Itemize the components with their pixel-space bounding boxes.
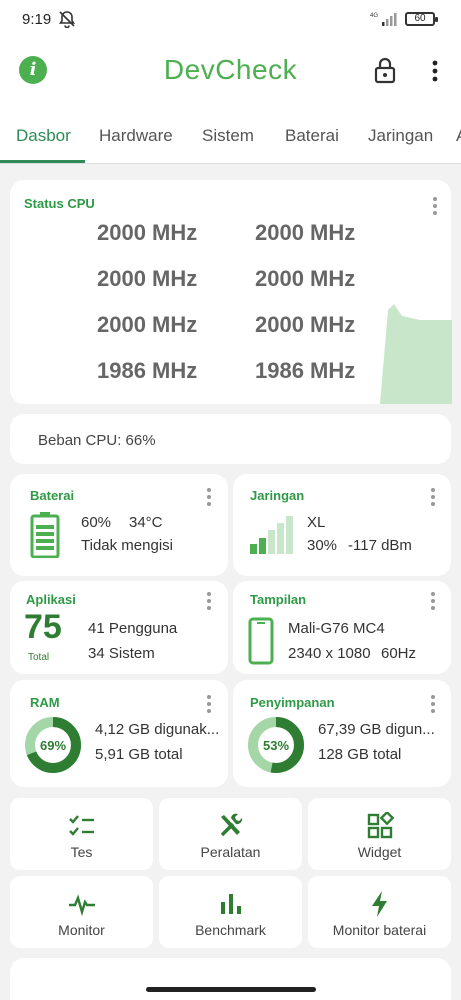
network-type-label: 4G [370, 13, 378, 19]
network-card-menu-icon[interactable] [430, 488, 436, 506]
cpu-core-4-freq: 2000 MHz [97, 312, 198, 337]
tools-label: Peralatan [200, 844, 261, 860]
storage-card-title: Penyimpanan [250, 695, 335, 710]
cpu-status-title: Status CPU [24, 196, 95, 211]
cpu-core-1-freq: 2000 MHz [255, 220, 356, 245]
battery-level: 60% [81, 514, 112, 531]
tests-button[interactable]: Tes [10, 798, 153, 870]
benchmark-button[interactable]: Benchmark [159, 876, 302, 948]
signal-icon: 4G [370, 13, 397, 26]
benchmark-label: Benchmark [195, 922, 266, 938]
battery-indicator: 60 [405, 12, 438, 26]
ram-card-title: RAM [30, 695, 60, 710]
tab-baterai[interactable]: Baterai [285, 126, 339, 146]
tab-dasbor[interactable]: Dasbor [16, 126, 71, 146]
battery-card-title: Baterai [30, 488, 75, 503]
cpu-core-2-freq: 2000 MHz [97, 266, 198, 291]
monitor-label: Monitor [58, 922, 105, 938]
notifications-off-icon [58, 11, 76, 28]
widget-label: Widget [357, 844, 402, 860]
cpu-core-3-freq: 2000 MHz [255, 266, 356, 291]
battery-monitor-button[interactable]: Monitor baterai [308, 876, 451, 948]
cpu-core-5-freq: 2000 MHz [255, 312, 356, 337]
bolt-icon [371, 891, 387, 917]
ram-percent: 69% [40, 738, 66, 753]
battery-charging-state: Tidak mengisi [81, 537, 173, 554]
display-resolution: 2340 x 1080 [288, 645, 371, 662]
cpu-core-6-freq: 1986 MHz [97, 358, 198, 383]
storage-usage-donut: 53% [248, 717, 304, 773]
lock-icon[interactable] [372, 56, 398, 84]
network-strength: 30% [307, 537, 338, 554]
tab-jaringan[interactable]: Jaringan [368, 126, 433, 146]
cpu-core-7-freq: 1986 MHz [255, 358, 356, 383]
apps-card-menu-icon[interactable] [206, 592, 212, 610]
tab-next-partial[interactable]: A [456, 126, 461, 146]
more-options-icon[interactable] [424, 58, 446, 84]
display-card-title: Tampilan [250, 592, 307, 607]
phone-icon [248, 617, 274, 665]
tests-label: Tes [70, 844, 93, 860]
checklist-icon [68, 815, 94, 836]
storage-card-menu-icon[interactable] [430, 695, 436, 713]
next-card-partial[interactable] [10, 958, 451, 1000]
display-gpu: Mali-G76 MC4 [288, 620, 385, 637]
bar-chart-icon [220, 894, 241, 914]
apps-total-label: Total [28, 652, 50, 663]
ram-usage-donut: 69% [25, 717, 81, 773]
tools-button[interactable]: Peralatan [159, 798, 302, 870]
storage-used: 67,39 GB digun... [318, 721, 435, 738]
display-refresh-rate: 60Hz [381, 645, 417, 662]
monitor-button[interactable]: Monitor [10, 876, 153, 948]
cpu-load-text: Beban CPU: 66% [38, 432, 156, 449]
cpu-card-menu-icon[interactable] [432, 197, 438, 215]
ram-used: 4,12 GB digunak... [95, 721, 220, 738]
apps-card-title: Aplikasi [26, 592, 76, 607]
status-bar: 9:19 4G 60 [0, 0, 461, 40]
network-card-title: Jaringan [250, 488, 305, 503]
tab-bar: Dasbor Hardware Sistem Baterai Jaringan … [0, 102, 461, 164]
battery-monitor-label: Monitor baterai [332, 922, 427, 938]
ram-total: 5,91 GB total [95, 746, 183, 763]
storage-total: 128 GB total [318, 746, 402, 763]
cell-signal-icon [250, 516, 293, 554]
network-dbm: -117 dBm [348, 537, 412, 554]
tab-hardware[interactable]: Hardware [99, 126, 173, 146]
cpu-usage-graph [380, 304, 452, 404]
battery-card-menu-icon[interactable] [206, 488, 212, 506]
status-time: 9:19 [22, 11, 52, 28]
apps-system-count: 34 Sistem [88, 645, 155, 662]
network-carrier: XL [307, 514, 326, 531]
battery-temperature: 34°C [129, 514, 163, 531]
widget-icon [367, 812, 394, 839]
storage-percent: 53% [263, 738, 289, 753]
apps-user-count: 41 Pengguna [88, 620, 178, 637]
tools-icon [220, 813, 242, 837]
active-tab-indicator [0, 160, 85, 163]
app-bar: i DevCheck [0, 40, 461, 102]
ram-card-menu-icon[interactable] [206, 695, 212, 713]
tab-sistem[interactable]: Sistem [202, 126, 254, 146]
battery-icon [30, 512, 60, 558]
widget-button[interactable]: Widget [308, 798, 451, 870]
pulse-icon [68, 894, 95, 917]
display-card-menu-icon[interactable] [430, 592, 436, 610]
cpu-core-0-freq: 2000 MHz [97, 220, 198, 245]
gesture-home-bar[interactable] [146, 987, 316, 992]
apps-total-count: 75 [24, 608, 62, 646]
